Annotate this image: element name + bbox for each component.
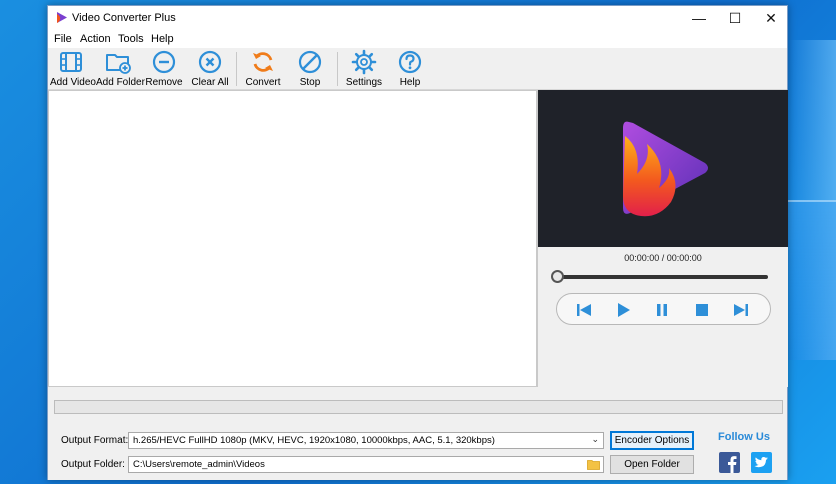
facebook-icon[interactable]: [719, 452, 740, 473]
stop-label: Stop: [299, 77, 321, 88]
add-video-label: Add Video: [50, 77, 96, 88]
stop-icon: [298, 50, 322, 74]
convert-button[interactable]: Convert: [243, 48, 283, 90]
clear-all-icon: [198, 50, 222, 74]
convert-icon: [253, 52, 273, 72]
close-button[interactable]: ✕: [753, 6, 789, 30]
add-video-button[interactable]: Add Video: [50, 48, 96, 90]
seek-handle[interactable]: [551, 270, 564, 283]
output-panel: Output Format: h.265/HEVC FullHD 1080p (…: [48, 388, 787, 480]
toolbar-separator: [236, 52, 237, 86]
remove-icon: [152, 50, 176, 74]
stop-button[interactable]: Stop: [290, 48, 330, 90]
minimize-button[interactable]: —: [681, 6, 717, 30]
app-logo-large-icon: [623, 121, 708, 217]
add-folder-button[interactable]: Add Folder: [96, 48, 145, 90]
twitter-icon[interactable]: [751, 452, 772, 473]
maximize-button[interactable]: ☐: [717, 6, 753, 30]
timecode: 00:00:00 / 00:00:00: [624, 253, 702, 263]
folder-add-icon: [106, 54, 131, 74]
menu-file[interactable]: File: [54, 33, 72, 45]
output-format-value: h.265/HEVC FullHD 1080p (MKV, HEVC, 1920…: [133, 435, 495, 446]
gear-icon: [351, 49, 377, 75]
remove-label: Remove: [145, 77, 183, 88]
folder-icon[interactable]: [587, 459, 600, 470]
help-label: Help: [399, 77, 421, 88]
title-bar: Video Converter Plus — ☐ ✕: [48, 6, 787, 30]
toolbar-separator: [337, 52, 338, 86]
output-folder-value: C:\Users\remote_admin\Videos: [133, 459, 265, 470]
output-format-select[interactable]: h.265/HEVC FullHD 1080p (MKV, HEVC, 1920…: [128, 432, 604, 449]
help-icon: [398, 50, 422, 74]
remove-button[interactable]: Remove: [144, 48, 184, 90]
app-window: Video Converter Plus — ☐ ✕ File Action T…: [47, 5, 788, 480]
chevron-down-icon: ⌄: [591, 434, 599, 444]
convert-label: Convert: [245, 77, 281, 88]
film-icon: [60, 52, 82, 72]
output-format-label: Output Format:: [61, 435, 129, 446]
window-title: Video Converter Plus: [72, 12, 176, 24]
settings-button[interactable]: Settings: [343, 48, 385, 90]
conversion-progress-bar: [54, 400, 783, 414]
stop-playback-icon[interactable]: [693, 301, 711, 319]
file-list[interactable]: [48, 90, 537, 387]
menu-bar: File Action Tools Help: [48, 30, 787, 48]
preview-player: 00:00:00 / 00:00:00: [537, 90, 788, 387]
help-button[interactable]: Help: [390, 48, 430, 90]
add-folder-label: Add Folder: [96, 77, 145, 88]
toolbar: Add Video Add Folder Remove Clear All Co…: [48, 48, 787, 90]
desktop-background-pane: [788, 200, 836, 360]
clear-all-button[interactable]: Clear All: [190, 48, 230, 90]
open-folder-button[interactable]: Open Folder: [610, 455, 694, 474]
pause-icon[interactable]: [653, 301, 671, 319]
menu-help[interactable]: Help: [151, 33, 174, 45]
menu-tools[interactable]: Tools: [118, 33, 144, 45]
output-folder-label: Output Folder:: [61, 459, 125, 470]
output-folder-field[interactable]: C:\Users\remote_admin\Videos: [128, 456, 604, 473]
video-preview: [538, 90, 788, 247]
previous-icon[interactable]: [575, 301, 593, 319]
play-icon[interactable]: [614, 301, 632, 319]
settings-label: Settings: [345, 77, 383, 88]
clear-all-label: Clear All: [191, 77, 229, 88]
menu-action[interactable]: Action: [80, 33, 111, 45]
encoder-options-button[interactable]: Encoder Options: [610, 431, 694, 450]
next-icon[interactable]: [732, 301, 750, 319]
seek-bar[interactable]: [556, 275, 768, 279]
app-logo-icon: [57, 12, 67, 23]
playback-controls: [556, 293, 771, 325]
follow-us-label: Follow Us: [718, 431, 770, 443]
